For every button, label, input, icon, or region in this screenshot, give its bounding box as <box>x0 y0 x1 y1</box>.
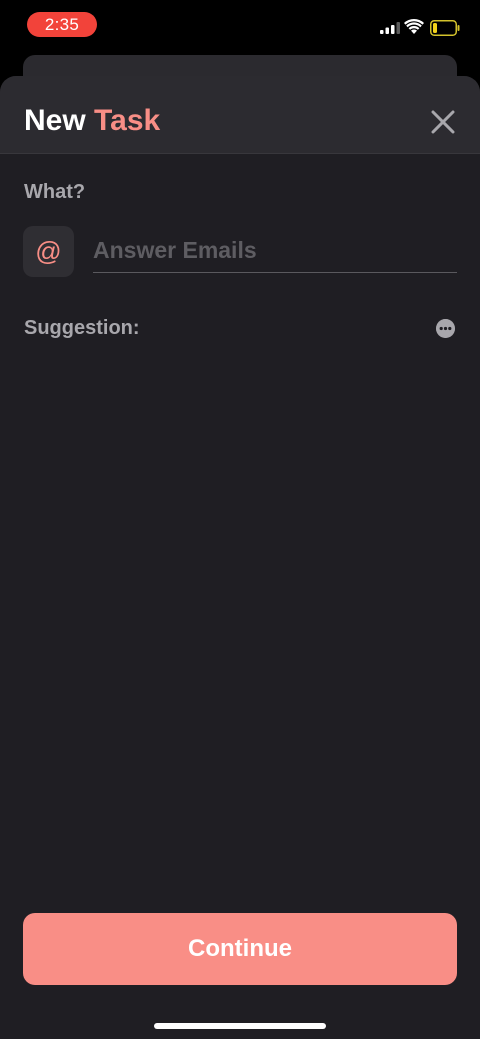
screen: 2:35 New Task What? @ Answer Emails Sugg… <box>0 0 480 1039</box>
home-indicator[interactable] <box>154 1023 326 1029</box>
status-time[interactable]: 2:35 <box>27 12 97 37</box>
what-label: What? <box>24 181 86 203</box>
task-icon-picker[interactable]: @ <box>23 226 74 277</box>
battery-low-icon <box>430 20 460 36</box>
continue-button[interactable]: Continue <box>23 913 457 985</box>
sheet-header: New Task <box>0 76 480 154</box>
at-sign-icon: @ <box>35 236 62 266</box>
sheet-title-new: New <box>24 104 86 137</box>
task-name-field <box>93 230 457 273</box>
suggestion-label: Suggestion: <box>24 317 140 339</box>
more-options-icon[interactable] <box>436 319 455 338</box>
task-name-input[interactable] <box>93 230 457 270</box>
new-task-sheet: New Task What? @ Suggestion: Continue <box>0 76 480 1039</box>
wifi-icon <box>404 19 424 34</box>
sheet-title: New Task <box>24 103 160 139</box>
status-bar: 2:35 <box>0 0 480 50</box>
close-icon[interactable] <box>428 107 458 137</box>
cellular-signal-icon <box>380 22 400 34</box>
sheet-title-task: Task <box>94 104 161 137</box>
